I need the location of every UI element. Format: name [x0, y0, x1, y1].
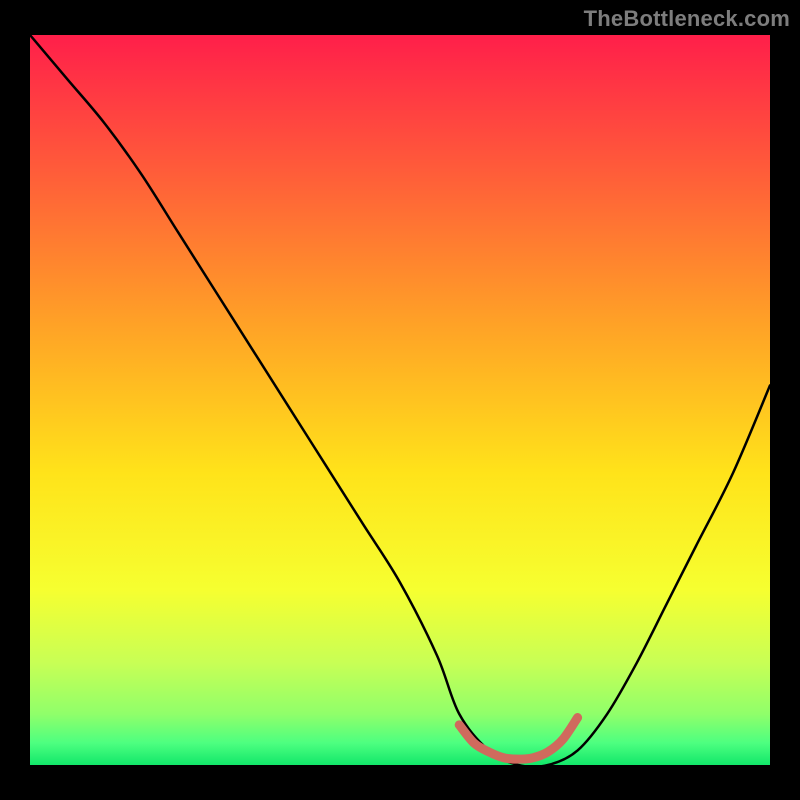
page-root: TheBottleneck.com	[0, 0, 800, 800]
chart-svg	[30, 35, 770, 765]
chart-background-gradient	[30, 35, 770, 765]
attribution-label: TheBottleneck.com	[584, 6, 790, 32]
chart-area	[30, 35, 770, 765]
